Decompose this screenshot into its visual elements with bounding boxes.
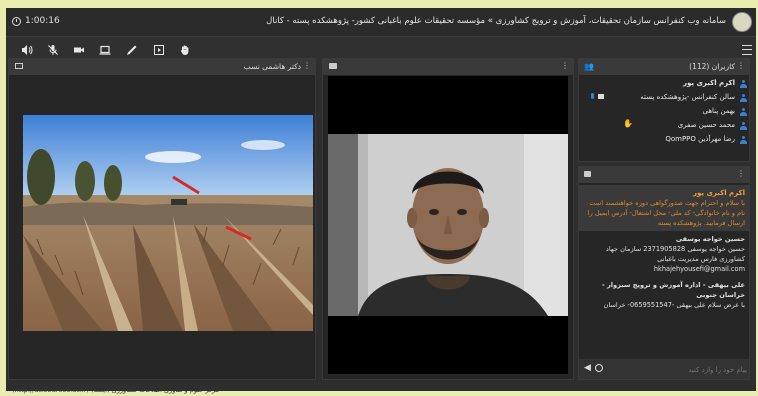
- user-icon: [740, 94, 747, 102]
- pod-options-icon[interactable]: ⋮: [737, 169, 745, 178]
- chat-pod: ⋮ اکرم اکبری پور با سلام و احترام جهت صد…: [578, 166, 750, 380]
- attendee-name: بهمن پناهی: [702, 107, 736, 115]
- chat-text: با سلام و احترام جهت صدورگواهی دوره خواه…: [587, 199, 745, 227]
- title-bar: 1:00:16 سامانه وب کنفرانس سازمان تحقیقات…: [6, 8, 756, 36]
- camera-pod-header: ⋮: [323, 59, 573, 75]
- attendee-name: رضا مهرآذین QomPPO: [665, 135, 735, 143]
- attendee-row[interactable]: اکرم اکبری پور: [579, 77, 749, 91]
- attendees-pod-header: 👥 کاربران (112) ⋮: [579, 59, 749, 75]
- send-icon[interactable]: ◀: [584, 363, 591, 373]
- chat-message: حسین خواجه یوسفی حسین خواجه یوسفی 237190…: [579, 231, 749, 277]
- share-pod: دکتر هاشمی نسب ⋮: [8, 58, 316, 380]
- chat-messages: اکرم اکبری پور با سلام و احترام جهت صدور…: [579, 183, 749, 359]
- mic-icon: [591, 93, 594, 99]
- chat-input[interactable]: [607, 362, 749, 377]
- user-icon: [740, 136, 747, 144]
- chat-message: علی بیهقی - اداره آموزش و ترویج سبزوار -…: [579, 277, 749, 313]
- user-icon: [740, 80, 747, 88]
- camera-pod: ⋮: [322, 58, 574, 380]
- attendee-name: محمد حسین صفری: [677, 121, 735, 129]
- emoji-icon[interactable]: [595, 364, 603, 372]
- chat-pod-header: ⋮: [579, 167, 749, 183]
- chat-icon: [584, 171, 591, 177]
- raised-hand-icon: ✋: [623, 119, 633, 128]
- clock-icon: [12, 16, 21, 26]
- attendee-row[interactable]: بهمن پناهی: [579, 105, 749, 119]
- timer-value: 1:00:16: [25, 16, 60, 26]
- attendee-name: اکرم اکبری پور: [683, 79, 735, 87]
- attendee-row[interactable]: سالن کنفرانس -پژوهشکده پسته: [579, 91, 749, 105]
- user-icon: [740, 108, 747, 116]
- attendee-list: اکرم اکبری پور سالن کنفرانس -پژوهشکده پس…: [579, 77, 749, 147]
- pen-icon[interactable]: [124, 43, 138, 57]
- mic-muted-icon[interactable]: [46, 43, 60, 57]
- attendees-pod: 👥 کاربران (112) ⋮ اکرم اکبری پور سالن کن…: [578, 58, 750, 162]
- attendees-title: کاربران (112): [689, 62, 735, 71]
- attendee-row[interactable]: رضا مهرآذین QomPPO: [579, 133, 749, 147]
- attendee-row[interactable]: محمد حسین صفری ✋: [579, 119, 749, 133]
- share-icon: [15, 63, 23, 69]
- user-icon: [740, 122, 747, 130]
- chat-author: حسین خواجه یوسفی: [675, 235, 745, 243]
- chat-text: حسین خواجه یوسفی 2371905828 سازمان جهاد …: [605, 245, 745, 273]
- share-pod-title: دکتر هاشمی نسب: [243, 62, 301, 71]
- logo: [732, 12, 752, 32]
- attendee-name: سالن کنفرانس -پژوهشکده پسته: [640, 93, 735, 101]
- share-pod-header: دکتر هاشمی نسب ⋮: [9, 59, 315, 75]
- status-bar-text: (http://acist.areeo.ac.ir) مرکز علوم و ف…: [12, 386, 219, 394]
- speaker-icon[interactable]: [20, 43, 34, 57]
- chat-message: اکرم اکبری پور با سلام و احترام جهت صدور…: [579, 185, 749, 231]
- attendees-icon: 👥: [584, 62, 594, 71]
- video-camera-icon: [329, 63, 337, 69]
- hand-icon[interactable]: [178, 43, 192, 57]
- camera-icon: [598, 94, 604, 99]
- shared-field-photo: [23, 115, 313, 331]
- chat-author: اکرم اکبری پور: [693, 189, 745, 197]
- chat-author: علی بیهقی - اداره آموزش و ترویج سبزوار -…: [601, 281, 745, 299]
- pod-options-icon[interactable]: ⋮: [303, 61, 311, 70]
- window-title: سامانه وب کنفرانس سازمان تحقیقات، آموزش …: [266, 16, 726, 26]
- pod-options-icon[interactable]: ⋮: [561, 61, 569, 70]
- session-timer: 1:00:16: [12, 16, 60, 26]
- chat-text: با عرض سلام علی بیهقی -0659551547- خراسا…: [603, 301, 745, 309]
- pod-options-icon[interactable]: ⋮: [737, 61, 745, 70]
- play-icon[interactable]: [152, 43, 166, 57]
- webcam-video: [328, 134, 568, 316]
- screen-share-icon[interactable]: [98, 43, 112, 57]
- web-conference-app: 1:00:16 سامانه وب کنفرانس سازمان تحقیقات…: [6, 8, 756, 391]
- menu-icon[interactable]: [742, 45, 752, 55]
- camera-icon[interactable]: [72, 43, 86, 57]
- camera-feed: [328, 76, 568, 374]
- chat-input-bar: ◀: [579, 359, 749, 379]
